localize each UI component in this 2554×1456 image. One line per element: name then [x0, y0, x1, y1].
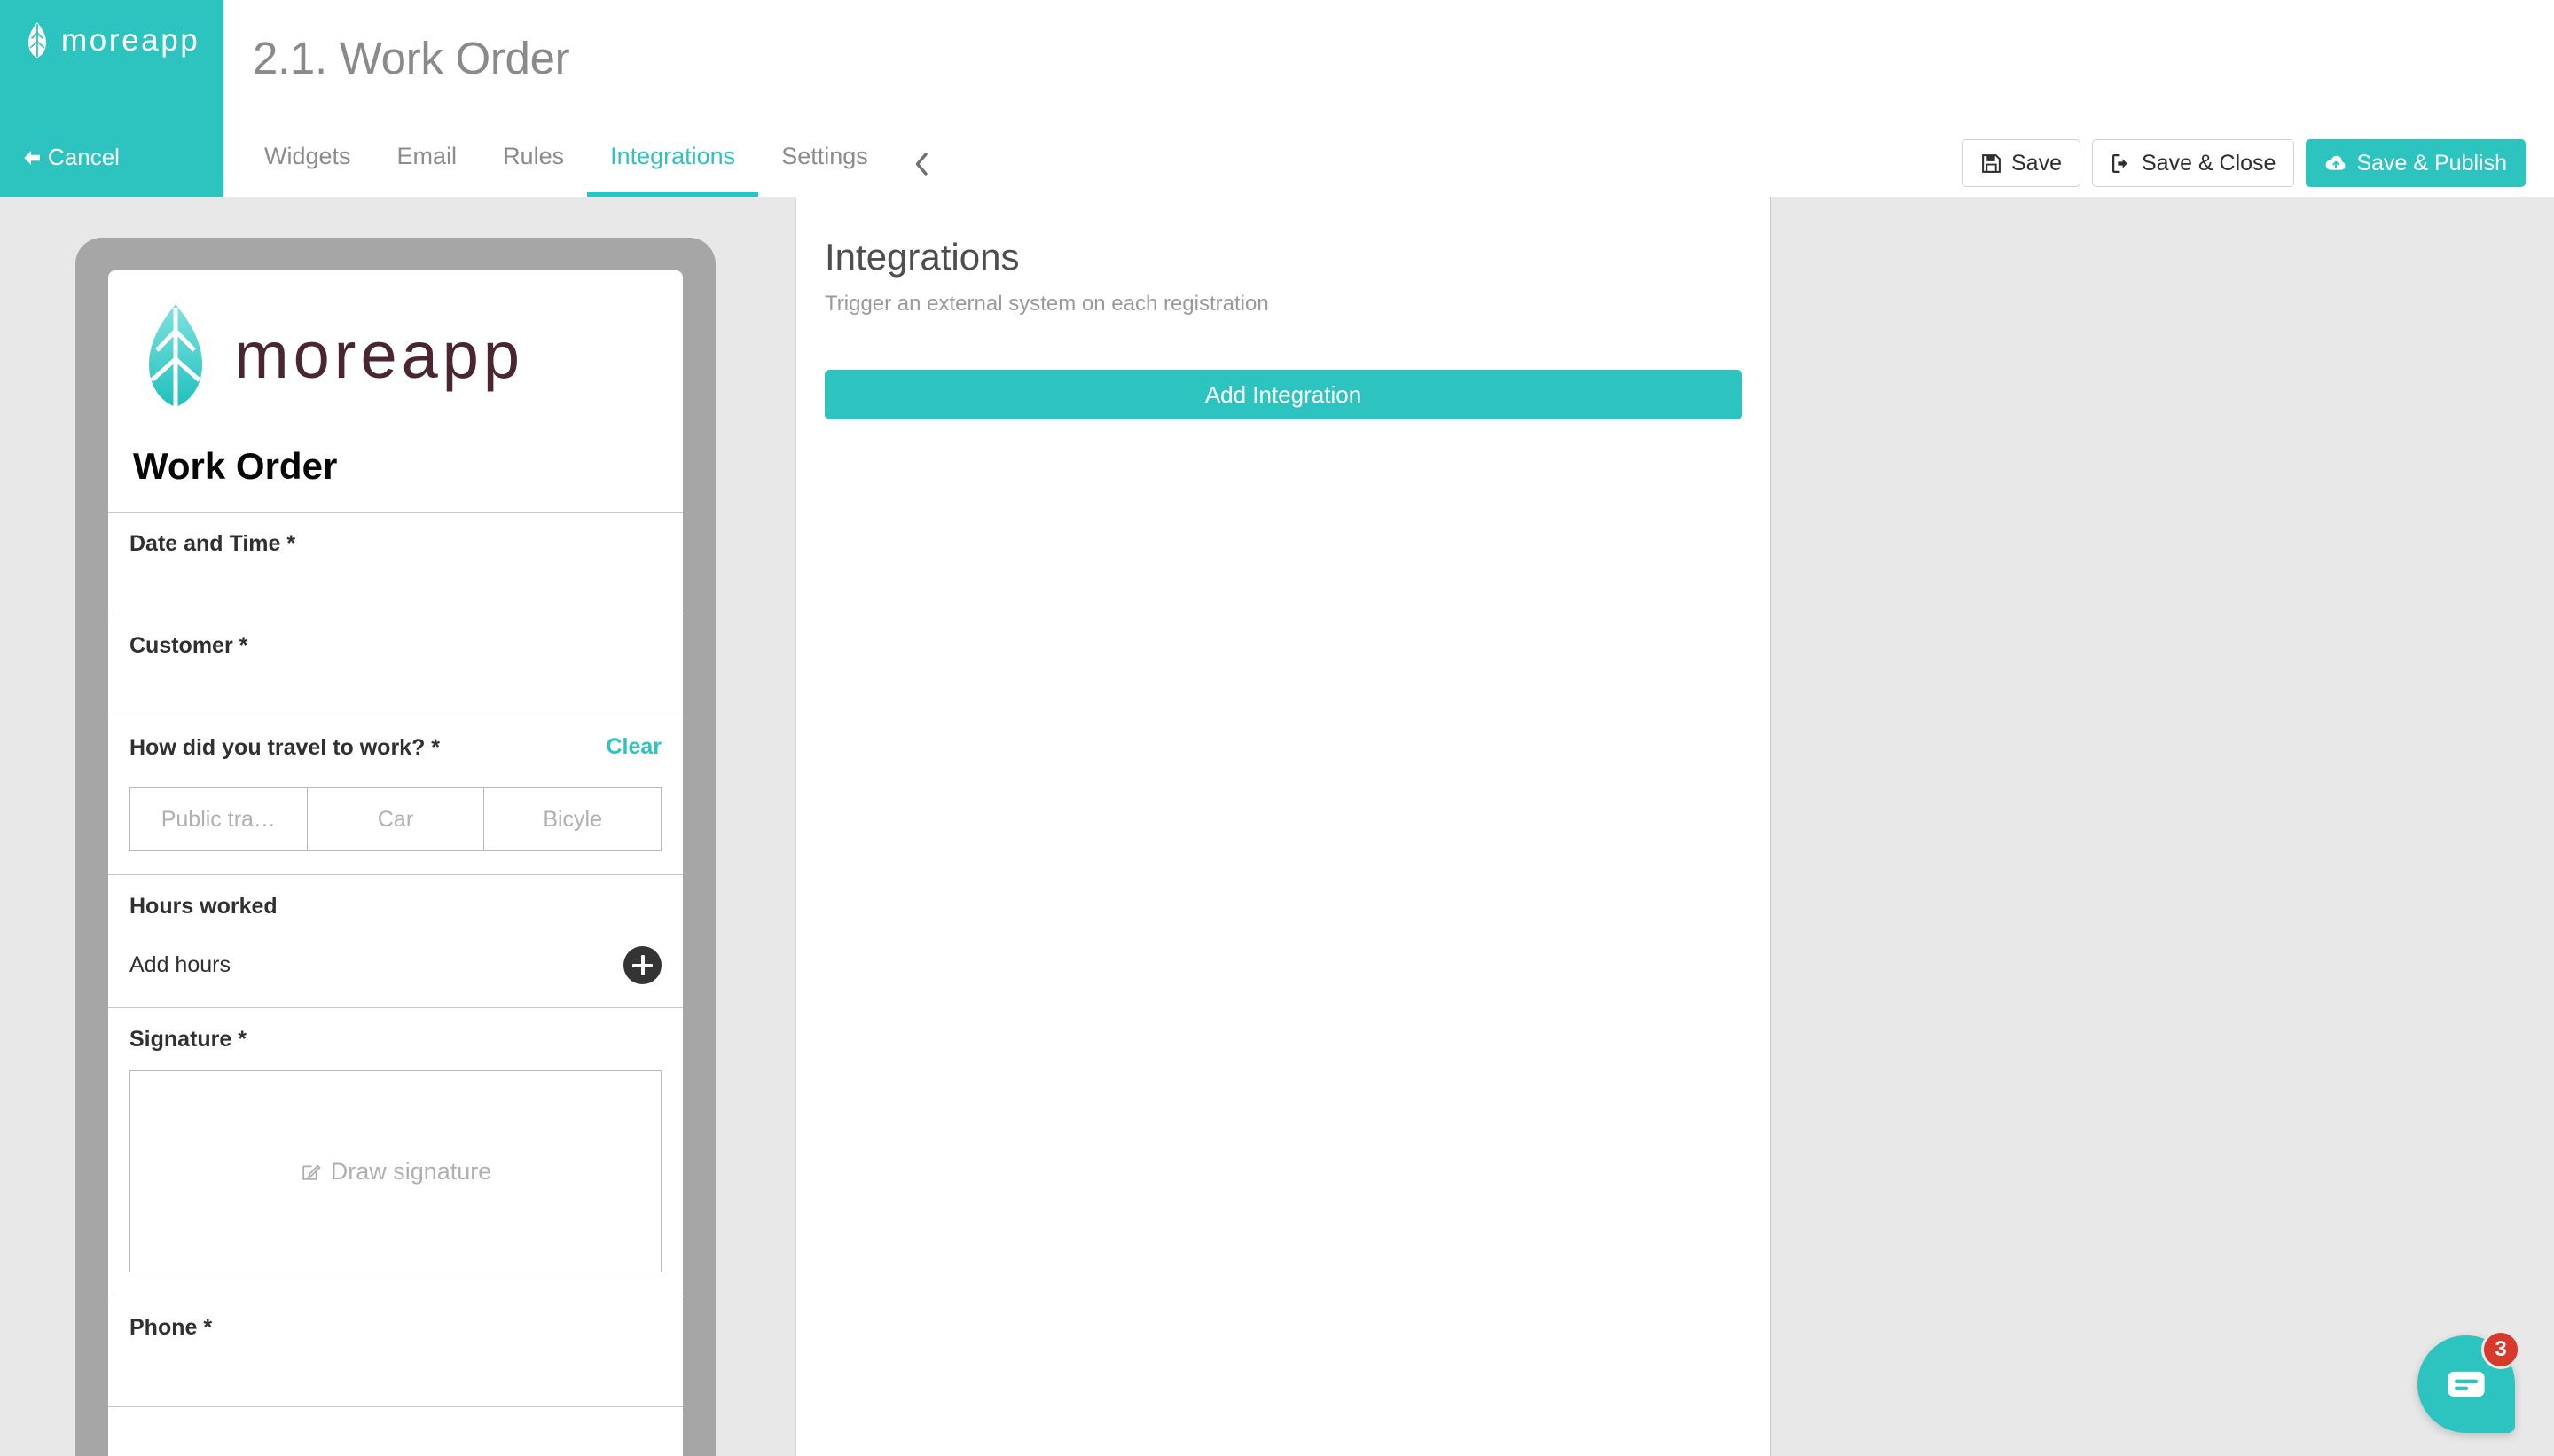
field-phone[interactable]: Phone * [108, 1296, 683, 1408]
form-logo-label: moreapp [234, 318, 525, 392]
phone-mockup: moreapp Work Order Date and Time * Custo… [75, 238, 716, 1456]
radio-option-car[interactable]: Car [307, 787, 485, 852]
pencil-square-icon [300, 1161, 322, 1183]
field-input-area[interactable] [129, 557, 662, 591]
tab-settings[interactable]: Settings [758, 145, 891, 197]
leaf-icon [22, 22, 52, 58]
add-integration-button[interactable]: Add Integration [825, 370, 1742, 420]
chat-bubble-icon [2443, 1361, 2489, 1407]
panel-title: Integrations [825, 236, 1020, 278]
form-logo: moreapp [108, 270, 683, 412]
brand-panel: moreapp Cancel [0, 0, 223, 197]
form-title: Work Order [133, 445, 338, 487]
top-bar: moreapp Cancel 2.1. Work Order Widgets E… [0, 0, 2554, 197]
cancel-button[interactable]: Cancel [22, 144, 120, 171]
chat-launcher-button[interactable]: 3 [2417, 1330, 2520, 1433]
preview-column: moreapp Work Order Date and Time * Custo… [0, 197, 795, 1456]
signature-placeholder: Draw signature [330, 1157, 492, 1185]
field-label: Phone * [129, 1315, 213, 1341]
arrow-left-icon [22, 148, 42, 168]
app-root: moreapp Cancel 2.1. Work Order Widgets E… [0, 0, 2554, 1456]
phone-screen: moreapp Work Order Date and Time * Custo… [108, 270, 683, 1456]
field-date-and-time[interactable]: Date and Time * [108, 513, 683, 615]
save-and-publish-button-label: Save & Publish [2356, 150, 2507, 176]
leaf-icon [133, 304, 218, 407]
radio-option-bicyle[interactable]: Bicyle [484, 787, 662, 852]
field-hours-worked: Hours worked Add hours [108, 875, 683, 1009]
right-empty-area [1772, 197, 2554, 1456]
field-label: Date and Time * [129, 531, 296, 557]
save-and-publish-button[interactable]: Save & Publish [2306, 139, 2526, 187]
tab-integrations[interactable]: Integrations [587, 145, 759, 197]
form-fields: Date and Time * Customer * How did you t… [108, 512, 683, 1408]
action-toolbar: Save Save & Close Save & Publish [1962, 139, 2526, 187]
field-label: Hours worked [129, 894, 278, 920]
panel-subtitle: Trigger an external system on each regis… [825, 292, 1269, 317]
chat-unread-badge: 3 [2481, 1330, 2520, 1369]
field-input-area[interactable] [129, 659, 662, 693]
add-hours-label: Add hours [129, 952, 231, 978]
sign-out-icon [2111, 153, 2133, 175]
add-hours-row: Add hours [129, 946, 662, 985]
integrations-panel: Integrations Trigger an external system … [795, 197, 1771, 1456]
plus-circle-icon[interactable] [623, 946, 662, 985]
page-title: 2.1. Work Order [253, 33, 570, 83]
field-signature: Signature * Draw signature [108, 1008, 683, 1297]
field-travel-method: How did you travel to work? * Clear Publ… [108, 716, 683, 876]
tab-widgets[interactable]: Widgets [241, 145, 374, 197]
floppy-disk-icon [1980, 153, 2002, 175]
tab-email[interactable]: Email [374, 145, 481, 197]
save-button[interactable]: Save [1962, 139, 2080, 187]
brand-logo: moreapp [22, 20, 200, 60]
panel-header: Integrations Trigger an external system … [796, 197, 1770, 317]
field-customer[interactable]: Customer * [108, 614, 683, 717]
tab-rules[interactable]: Rules [480, 145, 587, 197]
field-input-area[interactable] [129, 1341, 662, 1383]
tab-bar: Widgets Email Rules Integrations Setting… [241, 131, 952, 197]
workspace: moreapp Work Order Date and Time * Custo… [0, 197, 2554, 1456]
save-and-close-button-label: Save & Close [2141, 150, 2276, 176]
field-label: Signature * [129, 1027, 247, 1053]
field-label: How did you travel to work? * [129, 735, 441, 761]
radio-option-public-transport[interactable]: Public tra… [129, 787, 308, 852]
brand-name: moreapp [61, 22, 200, 58]
cancel-label: Cancel [48, 144, 120, 170]
save-and-close-button[interactable]: Save & Close [2091, 139, 2295, 187]
cloud-upload-icon [2324, 152, 2347, 175]
chevron-left-icon [914, 153, 929, 176]
radio-group: Public tra… Car Bicyle [129, 787, 662, 852]
field-label: Customer * [129, 633, 248, 659]
signature-canvas[interactable]: Draw signature [129, 1070, 662, 1273]
collapse-tabs-button[interactable] [891, 153, 952, 197]
clear-button[interactable]: Clear [606, 734, 662, 760]
save-button-label: Save [2011, 150, 2062, 176]
